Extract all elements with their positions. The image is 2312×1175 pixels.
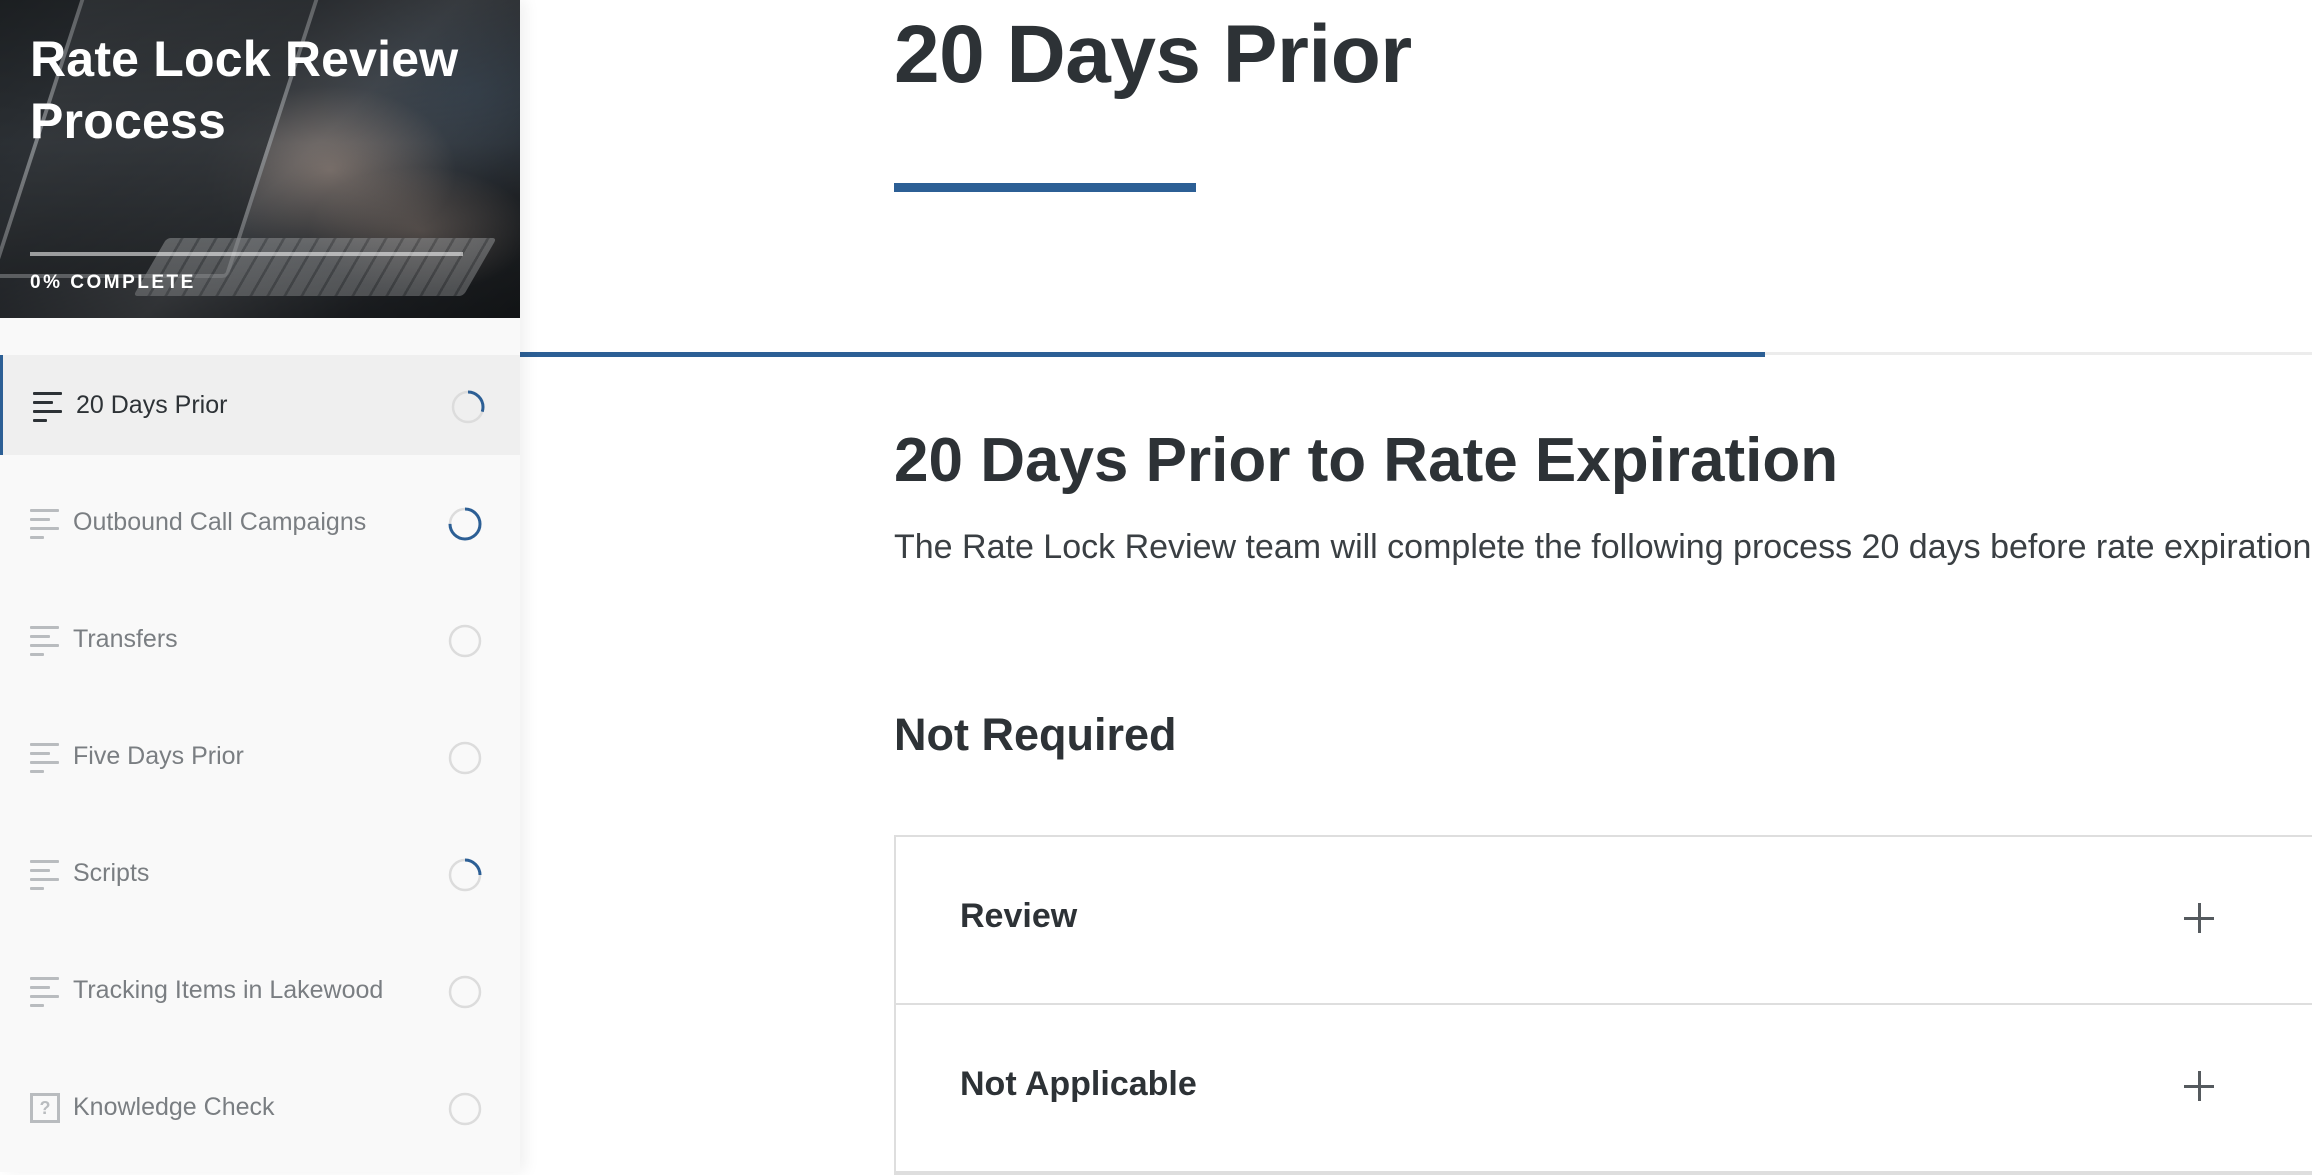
course-sidebar: Rate Lock Review Process 0% COMPLETE 20 … <box>0 0 520 1172</box>
lesson-item-tracking-items-in-lakewood[interactable]: Tracking Items in Lakewood <box>0 940 520 1040</box>
ring-track <box>448 624 482 658</box>
lesson-label: 20 Days Prior <box>76 390 228 419</box>
plus-icon[interactable] <box>2184 903 2214 933</box>
accordion-title: Review <box>960 897 1078 935</box>
accordion: Review Not Applicable <box>894 835 2312 1175</box>
course-title: Rate Lock Review Process <box>30 31 459 149</box>
accordion-title: Not Applicable <box>960 1065 1197 1103</box>
lesson-label: Transfers <box>73 624 178 653</box>
lesson-item-transfers[interactable]: Transfers <box>0 589 520 689</box>
lesson-lines-icon <box>30 860 60 890</box>
lesson-lines-icon <box>30 509 60 539</box>
lesson-lines-icon <box>33 392 63 422</box>
lesson-progress-ring-icon <box>448 741 482 775</box>
course-progress-bar <box>30 252 463 256</box>
quiz-question-icon: ? <box>30 1093 60 1123</box>
lesson-item-outbound-call-campaigns[interactable]: Outbound Call Campaigns <box>0 472 520 572</box>
lesson-item-20-days-prior[interactable]: 20 Days Prior <box>0 355 520 455</box>
lesson-item-five-days-prior[interactable]: Five Days Prior <box>0 706 520 806</box>
lesson-label: Five Days Prior <box>73 741 244 770</box>
lesson-progress-ring-icon <box>448 624 482 658</box>
lesson-item-scripts[interactable]: Scripts <box>0 823 520 923</box>
lesson-progress-ring-icon <box>448 975 482 1009</box>
lesson-label: Outbound Call Campaigns <box>73 507 367 536</box>
lesson-lines-icon <box>30 977 60 1007</box>
lesson-label: Tracking Items in Lakewood <box>73 975 384 1004</box>
subheading: Not Required <box>894 709 1177 760</box>
course-progress-label: 0% COMPLETE <box>30 272 196 293</box>
accordion-item-not-applicable[interactable]: Not Applicable <box>896 1005 2312 1173</box>
section-heading: 20 Days Prior to Rate Expiration <box>894 426 1839 495</box>
lesson-title: 20 Days Prior <box>894 9 1412 100</box>
lesson-lines-icon <box>30 743 60 773</box>
lesson-progress-ring-icon <box>448 507 482 541</box>
lesson-lines-icon <box>30 626 60 656</box>
lesson-progress-fill <box>520 352 1766 357</box>
accordion-item-review[interactable]: Review <box>896 837 2312 1005</box>
lesson-label: Scripts <box>73 858 150 887</box>
title-underline <box>894 183 1196 192</box>
lesson-item-knowledge-check[interactable]: ? Knowledge Check <box>0 1057 520 1157</box>
course-header-image: Rate Lock Review Process 0% COMPLETE <box>0 0 520 318</box>
lesson-list: 20 Days Prior Outbound Call Campaigns Tr… <box>0 355 520 1174</box>
lesson-progress-ring-icon <box>448 858 482 892</box>
ring-track <box>448 741 482 775</box>
ring-track <box>448 975 482 1009</box>
ring-track <box>448 1092 482 1126</box>
lesson-progress-ring-icon <box>448 1092 482 1126</box>
lesson-label: Knowledge Check <box>73 1092 275 1121</box>
plus-icon[interactable] <box>2184 1071 2214 1101</box>
lesson-content: 20 Days Prior 20 Days Prior to Rate Expi… <box>520 0 2312 1175</box>
lesson-progress-ring-icon <box>451 390 485 424</box>
section-body-text: The Rate Lock Review team will complete … <box>894 528 2312 566</box>
